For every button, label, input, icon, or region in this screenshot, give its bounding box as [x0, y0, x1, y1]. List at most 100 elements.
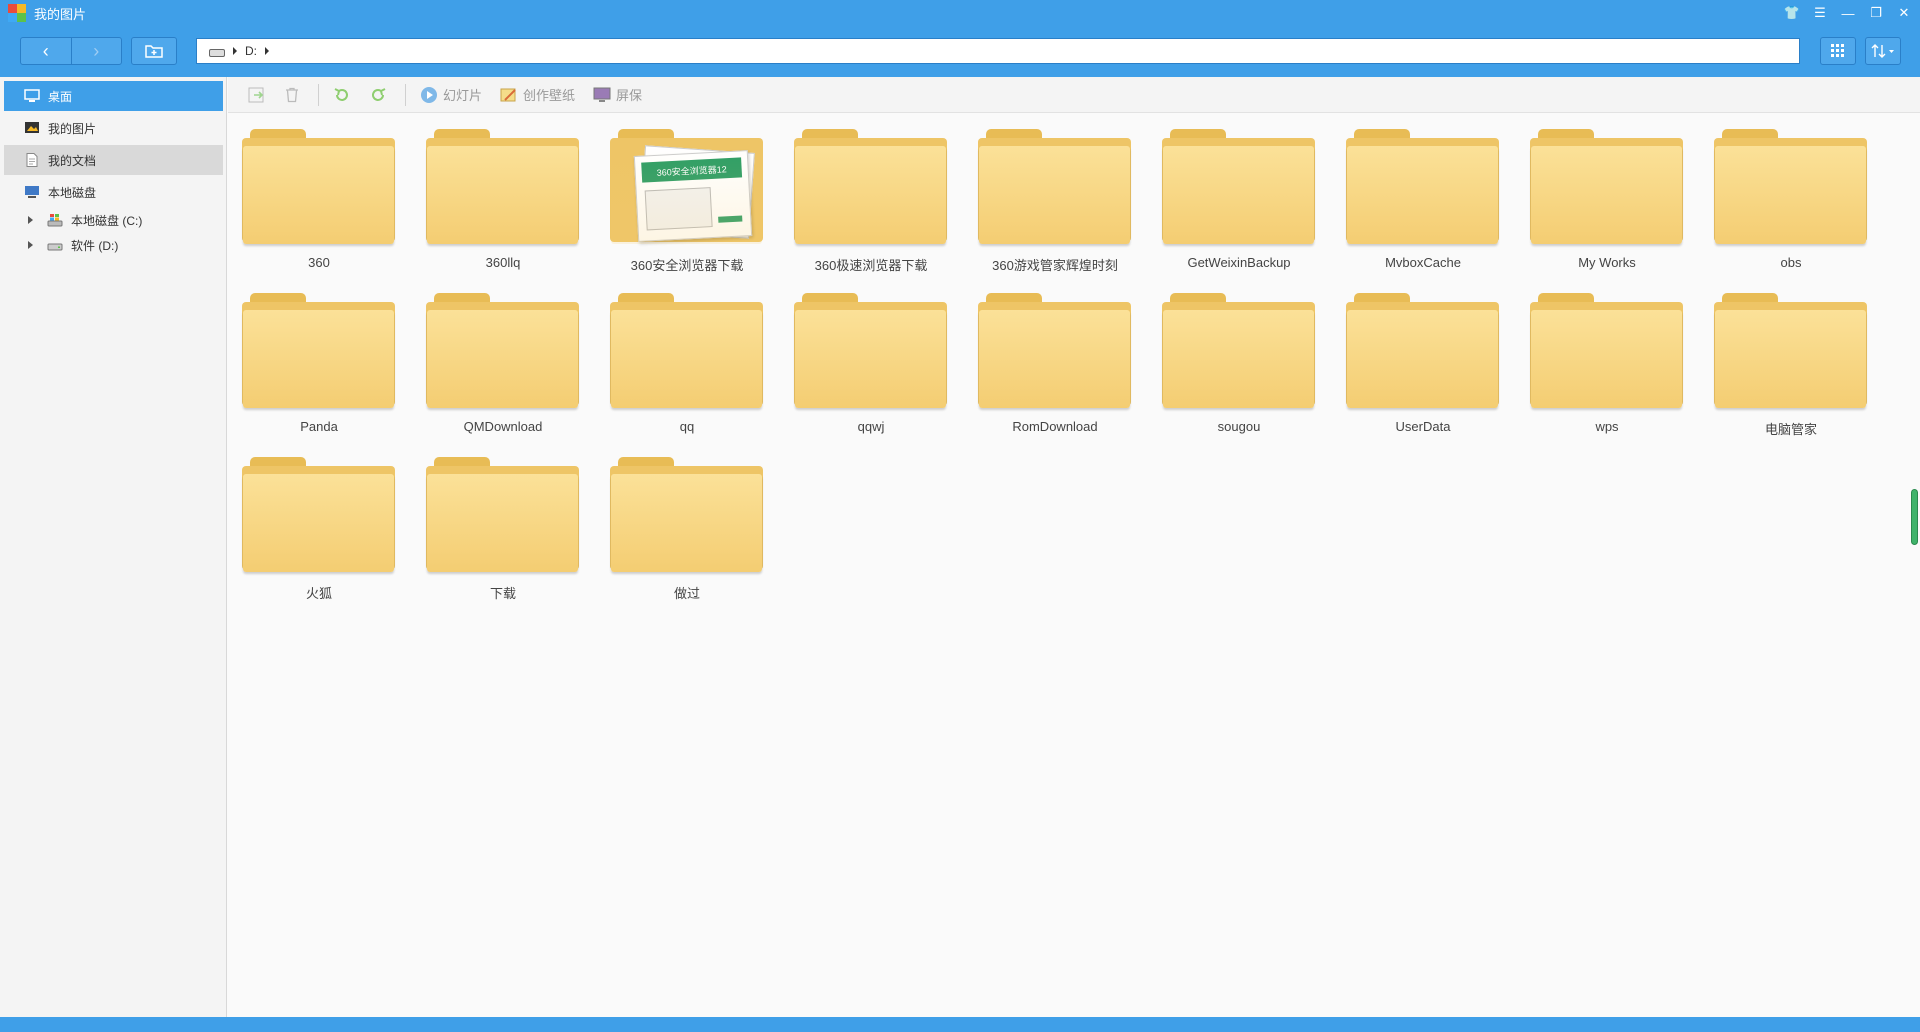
folder-icon	[610, 457, 763, 572]
folder-item[interactable]: 360安全浏览器12 360安全浏览器下载	[609, 129, 793, 293]
close-icon[interactable]: ✕	[1894, 3, 1914, 23]
folder-name[interactable]: QMDownload	[425, 419, 581, 434]
folder-view: 360360llq360安全浏览器12360安全浏览器下载360极速浏览器下载3…	[228, 113, 1920, 1017]
expand-arrow-icon[interactable]	[28, 216, 33, 224]
folder-name[interactable]: MvboxCache	[1345, 255, 1501, 270]
documents-icon	[26, 153, 38, 167]
minimize-icon[interactable]: —	[1838, 3, 1858, 23]
sort-icon	[1871, 44, 1894, 58]
view-mode-button[interactable]	[1820, 37, 1856, 65]
chevron-left-icon: ‹	[42, 40, 49, 61]
folder-item[interactable]: 电脑管家	[1713, 293, 1897, 457]
folder-name[interactable]: 火狐	[241, 583, 397, 602]
sidebar: 桌面 我的图片 我的文档 本地磁盘 本地磁盘 (C:) 软件 (D:)	[0, 77, 227, 1017]
folder-name[interactable]: sougou	[1161, 419, 1317, 434]
folder-name[interactable]: 做过	[609, 583, 765, 602]
folder-name[interactable]: 360极速浏览器下载	[793, 255, 949, 274]
folder-name[interactable]: RomDownload	[977, 419, 1133, 434]
folder-name[interactable]: 360	[241, 255, 397, 270]
folder-item[interactable]: 下载	[425, 457, 609, 621]
folder-name[interactable]: 360游戏管家辉煌时刻	[977, 255, 1133, 274]
skin-icon[interactable]: 👕	[1782, 3, 1802, 23]
folder-name[interactable]: 360安全浏览器下载	[609, 255, 765, 274]
chevron-right-icon[interactable]	[265, 47, 269, 55]
window-controls: 👕 ☰ — ❐ ✕	[1782, 3, 1914, 23]
delete-button[interactable]	[284, 87, 300, 103]
folder-item[interactable]: My Works	[1529, 129, 1713, 293]
folder-name[interactable]: obs	[1713, 255, 1869, 270]
folder-name[interactable]: My Works	[1529, 255, 1685, 270]
new-folder-button[interactable]	[131, 37, 177, 65]
sidebar-drive-d[interactable]: 软件 (D:)	[28, 233, 118, 257]
folder-item[interactable]: Panda	[241, 293, 425, 457]
menu-icon[interactable]: ☰	[1810, 3, 1830, 23]
folder-name[interactable]: 电脑管家	[1713, 419, 1869, 438]
navigation-bar: ‹ › D:	[0, 26, 1920, 77]
restore-icon[interactable]: ❐	[1866, 3, 1886, 23]
toolbar-divider	[405, 83, 406, 106]
address-drive[interactable]: D:	[245, 44, 257, 58]
slideshow-button[interactable]: 幻灯片	[420, 85, 482, 104]
folder-icon	[978, 293, 1131, 408]
create-wallpaper-button[interactable]: 创作壁纸	[500, 85, 575, 104]
folder-item[interactable]: QMDownload	[425, 293, 609, 457]
folder-item[interactable]: qq	[609, 293, 793, 457]
folder-item[interactable]: 360游戏管家辉煌时刻	[977, 129, 1161, 293]
new-folder-icon	[145, 45, 163, 58]
folder-icon	[1346, 293, 1499, 408]
folder-name[interactable]: 360llq	[425, 255, 581, 270]
sidebar-item-label: 本地磁盘	[48, 185, 97, 200]
folder-item[interactable]: 做过	[609, 457, 793, 621]
import-button[interactable]	[248, 87, 266, 103]
folder-name[interactable]: GetWeixinBackup	[1161, 255, 1317, 270]
toolbar-divider	[318, 83, 319, 106]
back-button[interactable]: ‹	[21, 38, 72, 64]
folder-item[interactable]: 火狐	[241, 457, 425, 621]
sidebar-drive-label: 软件 (D:)	[71, 238, 119, 253]
sidebar-item-label: 我的图片	[48, 121, 97, 136]
screensaver-button[interactable]: 屏保	[593, 85, 642, 104]
folder-name[interactable]: qqwj	[793, 419, 949, 434]
sidebar-item-desktop[interactable]: 桌面	[4, 81, 223, 111]
sort-button[interactable]	[1865, 37, 1901, 65]
expand-arrow-icon[interactable]	[28, 241, 33, 249]
forward-button[interactable]: ›	[72, 38, 122, 64]
folder-icon	[426, 457, 579, 572]
folder-item[interactable]: 360	[241, 129, 425, 293]
folder-name[interactable]: wps	[1529, 419, 1685, 434]
chevron-right-icon: ›	[93, 40, 100, 61]
folder-name[interactable]: qq	[609, 419, 765, 434]
folder-item[interactable]: obs	[1713, 129, 1897, 293]
folder-item[interactable]: RomDownload	[977, 293, 1161, 457]
slideshow-label: 幻灯片	[443, 88, 483, 103]
folder-name[interactable]: 下载	[425, 583, 581, 602]
sidebar-item-local-disk[interactable]: 本地磁盘	[4, 177, 223, 207]
status-bar	[0, 1017, 1920, 1032]
drive-icon	[209, 49, 225, 57]
sidebar-item-pictures[interactable]: 我的图片	[4, 113, 223, 143]
sidebar-item-documents[interactable]: 我的文档	[4, 145, 223, 175]
folder-icon	[1530, 129, 1683, 244]
folder-item[interactable]: 360llq	[425, 129, 609, 293]
folder-item[interactable]: MvboxCache	[1345, 129, 1529, 293]
folder-item[interactable]: UserData	[1345, 293, 1529, 457]
address-bar[interactable]: D:	[196, 38, 1800, 64]
folder-icon	[426, 129, 579, 244]
system-drive-icon	[47, 214, 63, 227]
play-icon	[421, 86, 437, 103]
folder-item[interactable]: qqwj	[793, 293, 977, 457]
folder-name[interactable]: Panda	[241, 419, 397, 434]
rotate-right-button[interactable]	[369, 86, 387, 104]
wallpaper-icon	[500, 88, 516, 101]
folder-item[interactable]: 360极速浏览器下载	[793, 129, 977, 293]
vertical-scrollbar[interactable]	[1911, 489, 1918, 545]
folder-icon	[1346, 129, 1499, 244]
folder-item[interactable]: sougou	[1161, 293, 1345, 457]
folder-name[interactable]: UserData	[1345, 419, 1501, 434]
folder-icon: 360安全浏览器12	[610, 129, 763, 244]
computer-icon	[25, 186, 39, 198]
rotate-left-button[interactable]	[333, 86, 351, 104]
folder-item[interactable]: wps	[1529, 293, 1713, 457]
sidebar-drive-c[interactable]: 本地磁盘 (C:)	[28, 208, 142, 232]
folder-item[interactable]: GetWeixinBackup	[1161, 129, 1345, 293]
